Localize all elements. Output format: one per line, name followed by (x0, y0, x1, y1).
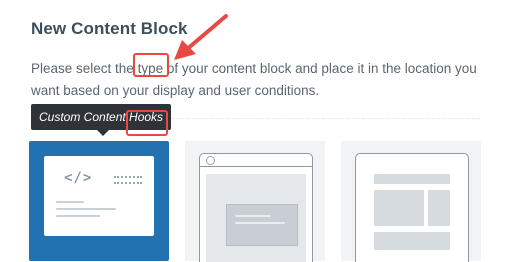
annotation-arrow-icon (174, 14, 228, 60)
